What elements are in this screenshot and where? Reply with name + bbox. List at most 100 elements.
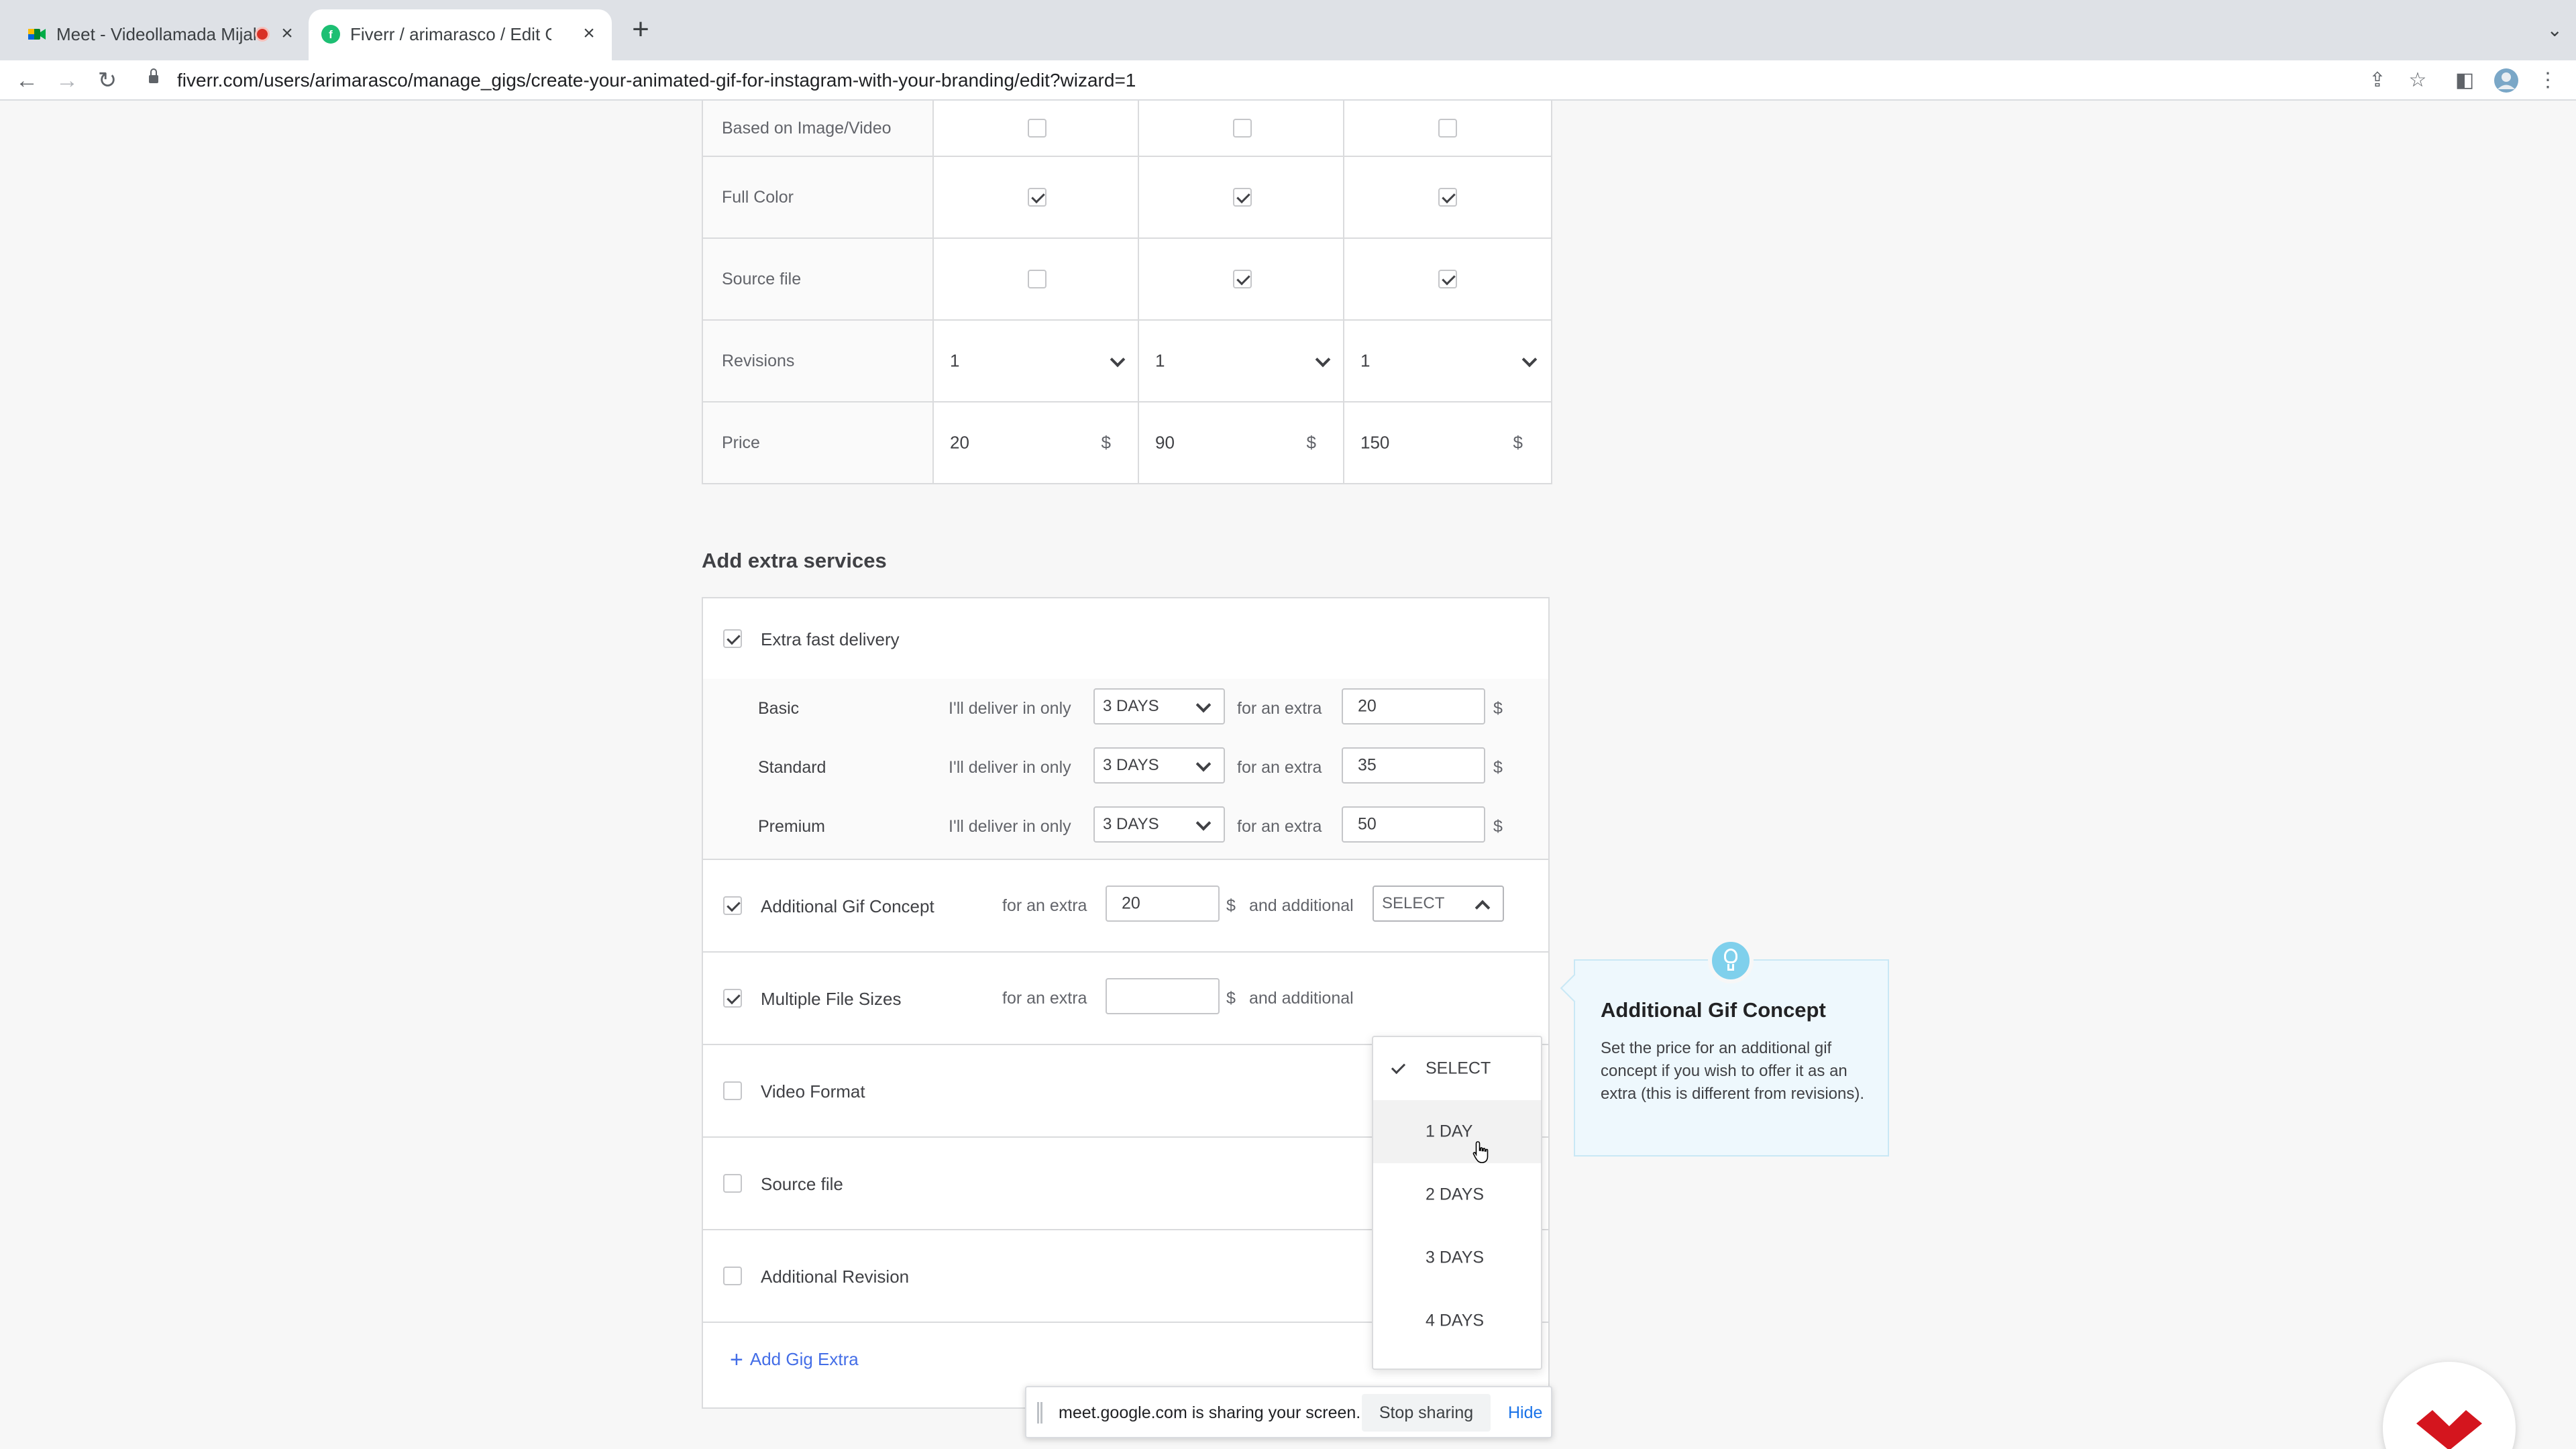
new-tab-icon[interactable]: + [627, 15, 654, 44]
select-value: 3 DAYS [1103, 697, 1159, 715]
extra-text: for an extra [1237, 699, 1322, 718]
additional-revision-checkbox[interactable] [723, 1267, 742, 1285]
tab-title: Meet - Videollamada Mijal [56, 24, 257, 44]
gif-concept-price-input[interactable]: 20 [1106, 885, 1220, 922]
basic-revisions-select[interactable]: 1 [934, 321, 1139, 401]
option-label: 1 DAY [1426, 1122, 1473, 1141]
basic-checkbox[interactable] [1028, 188, 1046, 207]
basic-extra-price-input[interactable]: 20 [1342, 688, 1485, 724]
standard-revisions-select[interactable]: 1 [1139, 321, 1344, 401]
extra-fast-delivery-checkbox[interactable] [723, 629, 742, 648]
days-dropdown-menu: SELECT 1 DAY 2 DAYS 3 DAYS 4 DAYS [1372, 1036, 1542, 1370]
select-value: 1 [950, 350, 960, 371]
source-file-checkbox[interactable] [723, 1174, 742, 1193]
currency-symbol: $ [1493, 699, 1503, 718]
tab-meet[interactable]: Meet - Videollamada Mijal × [15, 9, 310, 60]
tab-search-chevron-icon[interactable]: ⌄ [2547, 19, 2563, 41]
dropdown-option-select[interactable]: SELECT [1373, 1037, 1541, 1100]
tab-title: Fiverr / arimarasco / Edit Gig [350, 24, 551, 44]
profile-avatar[interactable] [2491, 66, 2521, 95]
extra-label: Additional Revision [761, 1267, 910, 1287]
svg-text:f: f [329, 28, 333, 41]
premium-extra-price-input[interactable]: 50 [1342, 806, 1485, 843]
tip-body: Set the price for an additional gif conc… [1601, 1039, 1865, 1103]
fast-delivery-tiers: Basic I'll deliver in only 3 DAYS for an… [703, 679, 1548, 860]
close-tab-icon[interactable]: × [576, 20, 602, 47]
premium-price-input[interactable]: 150 $ [1344, 402, 1550, 483]
chevron-down-icon [1195, 697, 1212, 713]
input-value: 50 [1358, 814, 1377, 834]
gig-edit-page: Based on Image/Video Full Color Source f… [0, 101, 2576, 1449]
tier-label: Basic [758, 699, 800, 718]
url-text[interactable]: fiverr.com/users/arimarasco/manage_gigs/… [177, 70, 1136, 91]
extra-label: Multiple File Sizes [761, 989, 902, 1009]
additional-gif-concept-checkbox[interactable] [723, 896, 742, 915]
standard-checkbox[interactable] [1233, 188, 1252, 207]
standard-checkbox[interactable] [1233, 270, 1252, 288]
bookmark-star-icon[interactable]: ☆ [2403, 66, 2432, 95]
lightbulb-icon [1708, 938, 1754, 983]
dropdown-option-3-days[interactable]: 3 DAYS [1373, 1226, 1541, 1289]
address-bar[interactable]: fiverr.com/users/arimarasco/manage_gigs/… [138, 63, 2352, 97]
standard-days-select[interactable]: 3 DAYS [1093, 747, 1225, 784]
back-icon[interactable]: ← [12, 66, 42, 95]
stop-sharing-button[interactable]: Stop sharing [1362, 1394, 1491, 1432]
standard-checkbox[interactable] [1233, 119, 1252, 138]
additional-text: and additional [1249, 896, 1354, 915]
currency-symbol: $ [1513, 432, 1523, 453]
sharing-message: meet.google.com is sharing your screen. [1059, 1403, 1361, 1422]
basic-days-select[interactable]: 3 DAYS [1093, 688, 1225, 724]
close-tab-icon[interactable]: × [274, 20, 301, 47]
forward-icon[interactable]: → [52, 66, 82, 95]
row-label: Based on Image/Video [703, 101, 934, 156]
premium-checkbox[interactable] [1438, 270, 1457, 288]
price-value: 150 [1360, 432, 1390, 453]
tier-label: Premium [758, 817, 826, 836]
video-format-checkbox[interactable] [723, 1081, 742, 1100]
brand-logo-button[interactable] [2383, 1362, 2516, 1449]
add-gig-extra-link[interactable]: + Add Gig Extra [730, 1347, 859, 1373]
select-value: 3 DAYS [1103, 815, 1159, 833]
dropdown-option-4-days[interactable]: 4 DAYS [1373, 1289, 1541, 1352]
basic-price-input[interactable]: 20 $ [934, 402, 1139, 483]
tab-fiverr[interactable]: f Fiverr / arimarasco / Edit Gig × [309, 9, 612, 60]
premium-checkbox[interactable] [1438, 119, 1457, 138]
extra-services-title: Add extra services [702, 549, 887, 572]
chevron-down-icon [1521, 352, 1538, 368]
select-value: 3 DAYS [1103, 756, 1159, 774]
extra-text: for an extra [1002, 989, 1087, 1008]
dropdown-option-1-day[interactable]: 1 DAY [1373, 1100, 1541, 1163]
standard-extra-price-input[interactable]: 35 [1342, 747, 1485, 784]
browser-menu-icon[interactable]: ⋮ [2533, 66, 2563, 95]
premium-days-select[interactable]: 3 DAYS [1093, 806, 1225, 843]
hide-button[interactable]: Hide [1508, 1403, 1542, 1423]
side-panel-icon[interactable]: ◧ [2450, 66, 2479, 95]
gif-concept-days-select[interactable]: SELECT [1373, 885, 1504, 922]
reload-icon[interactable]: ↻ [93, 66, 122, 95]
multiple-file-sizes-checkbox[interactable] [723, 989, 742, 1008]
chevron-down-icon [1315, 352, 1331, 368]
deliver-text: I'll deliver in only [949, 817, 1071, 836]
recording-icon [255, 27, 270, 42]
price-value: 20 [950, 432, 969, 453]
add-gig-extra-label: Add Gig Extra [749, 1349, 859, 1369]
row-label: Full Color [703, 157, 934, 237]
input-value: 20 [1122, 894, 1140, 913]
extra-text: for an extra [1002, 896, 1087, 915]
basic-checkbox[interactable] [1028, 119, 1046, 138]
file-sizes-price-input[interactable] [1106, 978, 1220, 1014]
currency-symbol: $ [1101, 432, 1111, 453]
tier-label: Standard [758, 758, 826, 777]
drag-handle-icon[interactable] [1037, 1402, 1042, 1424]
basic-checkbox[interactable] [1028, 270, 1046, 288]
multiple-file-sizes-row: Multiple File Sizes for an extra $ and a… [703, 953, 1548, 1045]
standard-price-input[interactable]: 90 $ [1139, 402, 1344, 483]
premium-checkbox[interactable] [1438, 188, 1457, 207]
check-icon [1391, 1059, 1406, 1075]
currency-symbol: $ [1493, 758, 1503, 777]
extra-label: Extra fast delivery [761, 629, 900, 649]
share-icon[interactable]: ⇪ [2363, 66, 2392, 95]
browser-toolbar: ← → ↻ fiverr.com/users/arimarasco/manage… [0, 60, 2576, 101]
premium-revisions-select[interactable]: 1 [1344, 321, 1550, 401]
dropdown-option-2-days[interactable]: 2 DAYS [1373, 1163, 1541, 1226]
